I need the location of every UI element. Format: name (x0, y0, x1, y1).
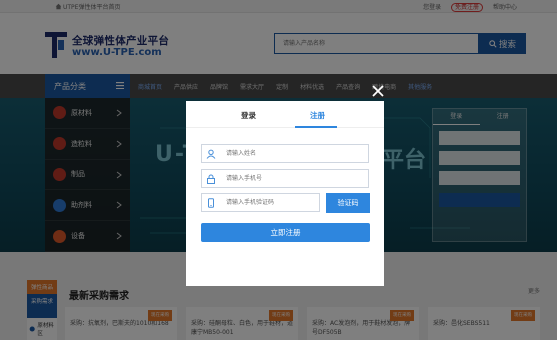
name-field (201, 144, 369, 163)
code-input[interactable] (226, 194, 316, 211)
get-code-button[interactable]: 验证码 (326, 193, 370, 213)
close-icon[interactable] (371, 84, 385, 98)
register-modal: 登录 注册 验证码 立即注册 (186, 101, 384, 286)
phone-input[interactable] (226, 170, 361, 187)
phone-icon (208, 198, 214, 208)
user-icon (206, 149, 216, 159)
register-submit-button[interactable]: 立即注册 (201, 223, 370, 242)
tab-register[interactable]: 注册 (310, 110, 325, 121)
tab-login[interactable]: 登录 (241, 110, 256, 121)
modal-tabs: 登录 注册 (186, 101, 384, 128)
lock-icon (207, 174, 215, 184)
phone-field (201, 169, 369, 188)
code-field (201, 193, 320, 212)
name-input[interactable] (226, 145, 361, 162)
active-tab-indicator (295, 126, 337, 128)
